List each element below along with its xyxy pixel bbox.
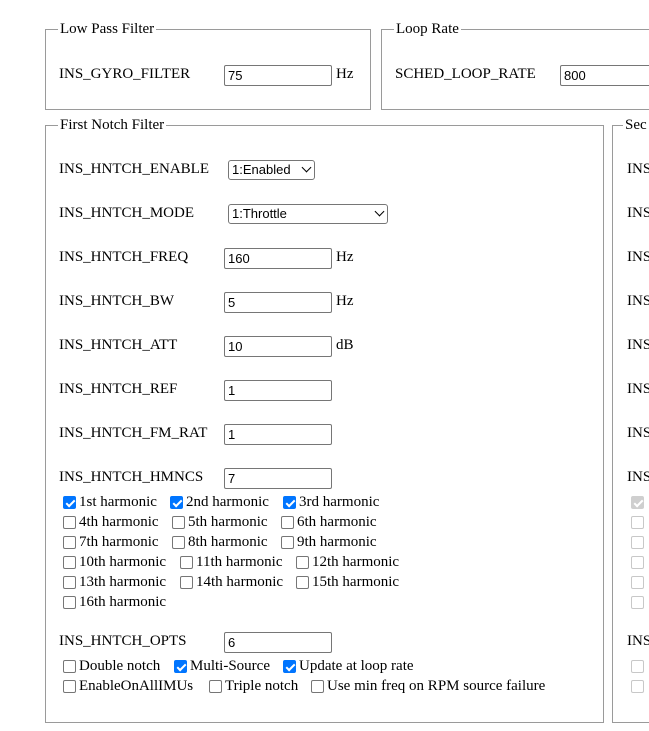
second-notch-filter-legend: Sec	[625, 117, 647, 133]
loop-rate-legend: Loop Rate	[396, 21, 459, 37]
ins-hntch-bw-input[interactable]	[224, 292, 332, 313]
harmonic-9-checkbox[interactable]	[281, 536, 294, 549]
second-notch-harmonic-10-checkbox[interactable]	[631, 556, 644, 569]
harmonic-10-label: 10th harmonic	[79, 554, 167, 570]
ins-hntch-fm-rat-input[interactable]	[224, 424, 332, 445]
second-notch-option-4-checkbox[interactable]	[631, 680, 644, 693]
harmonic-16-label: 16th harmonic	[79, 594, 167, 610]
harmonic-13-checkbox[interactable]	[63, 576, 76, 589]
second-notch-row-9-label: INS	[627, 633, 649, 649]
harmonic-2-label: 2nd harmonic	[186, 494, 269, 510]
second-notch-row-1-label: INS	[627, 161, 649, 177]
second-notch-harmonic-13-checkbox[interactable]	[631, 576, 644, 589]
option-double-notch-checkbox[interactable]	[63, 660, 76, 673]
option-min-freq-rpm-checkbox[interactable]	[311, 680, 324, 693]
harmonic-16-checkbox[interactable]	[63, 596, 76, 609]
ins-hntch-hmncs-label: INS_HNTCH_HMNCS	[59, 469, 204, 485]
harmonic-6-checkbox[interactable]	[281, 516, 294, 529]
option-multi-source-checkbox[interactable]	[174, 660, 187, 673]
second-notch-option-1-checkbox[interactable]	[631, 660, 644, 673]
first-notch-filter-legend: First Notch Filter	[60, 117, 165, 133]
option-multi-source-label: Multi-Source	[190, 658, 270, 674]
ins-hntch-enable-value: 1:Enabled	[232, 162, 291, 177]
second-notch-row-4-label: INS	[627, 293, 649, 309]
harmonic-4-label: 4th harmonic	[79, 514, 159, 530]
harmonic-12-checkbox[interactable]	[296, 556, 309, 569]
second-notch-harmonic-4-checkbox[interactable]	[631, 516, 644, 529]
sched-loop-rate-label: SCHED_LOOP_RATE	[395, 66, 536, 82]
second-notch-harmonic-16-checkbox[interactable]	[631, 596, 644, 609]
harmonic-7-checkbox[interactable]	[63, 536, 76, 549]
harmonic-11-label: 11th harmonic	[196, 554, 283, 570]
second-notch-row-8-label: INS	[627, 469, 649, 485]
harmonic-15-checkbox[interactable]	[296, 576, 309, 589]
harmonic-7-label: 7th harmonic	[79, 534, 159, 550]
ins-hntch-ref-label: INS_HNTCH_REF	[59, 381, 178, 397]
harmonic-11-checkbox[interactable]	[180, 556, 193, 569]
harmonic-8-checkbox[interactable]	[172, 536, 185, 549]
ins-hntch-bw-unit: Hz	[336, 293, 354, 309]
harmonic-14-checkbox[interactable]	[180, 576, 193, 589]
harmonic-9-label: 9th harmonic	[297, 534, 377, 550]
ins-hntch-opts-input[interactable]	[224, 632, 332, 653]
option-triple-notch-label: Triple notch	[225, 678, 299, 694]
ins-hntch-bw-label: INS_HNTCH_BW	[59, 293, 174, 309]
option-update-loop-rate-checkbox[interactable]	[283, 660, 296, 673]
second-notch-row-7-label: INS	[627, 425, 649, 441]
ins-hntch-freq-input[interactable]	[224, 248, 332, 269]
second-notch-row-2-label: INS	[627, 205, 649, 221]
second-notch-filter-clip: Sec INS INS INS INS INS INS INS INS INS	[612, 116, 649, 731]
harmonic-15-label: 15th harmonic	[312, 574, 400, 590]
second-notch-harmonic-1-checkbox[interactable]	[631, 496, 644, 509]
ins-hntch-att-unit: dB	[336, 337, 354, 353]
second-notch-row-3-label: INS	[627, 249, 649, 265]
harmonic-13-label: 13th harmonic	[79, 574, 167, 590]
harmonic-14-label: 14th harmonic	[196, 574, 284, 590]
harmonic-12-label: 12th harmonic	[312, 554, 400, 570]
harmonic-5-label: 5th harmonic	[188, 514, 268, 530]
option-double-notch-label: Double notch	[79, 658, 161, 674]
harmonic-3-label: 3rd harmonic	[299, 494, 380, 510]
second-notch-harmonic-7-checkbox[interactable]	[631, 536, 644, 549]
harmonic-1-checkbox[interactable]	[63, 496, 76, 509]
chevron-down-icon	[374, 206, 385, 217]
ins-hntch-mode-select[interactable]: 1:Throttle	[228, 204, 388, 224]
ins-hntch-fm-rat-label: INS_HNTCH_FM_RAT	[59, 425, 208, 441]
low-pass-filter-legend: Low Pass Filter	[60, 21, 155, 37]
option-min-freq-rpm-label: Use min freq on RPM source failure	[327, 678, 546, 694]
ins-hntch-opts-label: INS_HNTCH_OPTS	[59, 633, 187, 649]
option-triple-notch-checkbox[interactable]	[209, 680, 222, 693]
ins-hntch-ref-input[interactable]	[224, 380, 332, 401]
harmonic-5-checkbox[interactable]	[172, 516, 185, 529]
ins-hntch-enable-select[interactable]: 1:Enabled	[228, 160, 315, 180]
harmonic-6-label: 6th harmonic	[297, 514, 377, 530]
ins-hntch-enable-label: INS_HNTCH_ENABLE	[59, 161, 209, 177]
ins-hntch-att-input[interactable]	[224, 336, 332, 357]
harmonic-10-checkbox[interactable]	[63, 556, 76, 569]
option-enable-all-imus-label: EnableOnAllIMUs	[79, 678, 194, 694]
ins-hntch-att-label: INS_HNTCH_ATT	[59, 337, 178, 353]
chevron-down-icon	[301, 162, 312, 173]
ins-gyro-filter-input[interactable]	[224, 65, 332, 86]
harmonic-8-label: 8th harmonic	[188, 534, 268, 550]
harmonic-3-checkbox[interactable]	[283, 496, 296, 509]
second-notch-row-5-label: INS	[627, 337, 649, 353]
ins-hntch-freq-unit: Hz	[336, 249, 354, 265]
option-update-loop-rate-label: Update at loop rate	[299, 658, 414, 674]
harmonic-1-label: 1st harmonic	[79, 494, 157, 510]
ins-hntch-hmncs-input[interactable]	[224, 468, 332, 489]
sched-loop-rate-input[interactable]	[560, 65, 649, 86]
ins-hntch-freq-label: INS_HNTCH_FREQ	[59, 249, 189, 265]
ins-gyro-filter-unit: Hz	[336, 66, 354, 82]
ins-gyro-filter-label: INS_GYRO_FILTER	[59, 66, 191, 82]
ins-hntch-mode-label: INS_HNTCH_MODE	[59, 205, 194, 221]
harmonic-4-checkbox[interactable]	[63, 516, 76, 529]
harmonic-2-checkbox[interactable]	[170, 496, 183, 509]
ins-hntch-mode-value: 1:Throttle	[232, 206, 287, 221]
option-enable-all-imus-checkbox[interactable]	[63, 680, 76, 693]
second-notch-row-6-label: INS	[627, 381, 649, 397]
